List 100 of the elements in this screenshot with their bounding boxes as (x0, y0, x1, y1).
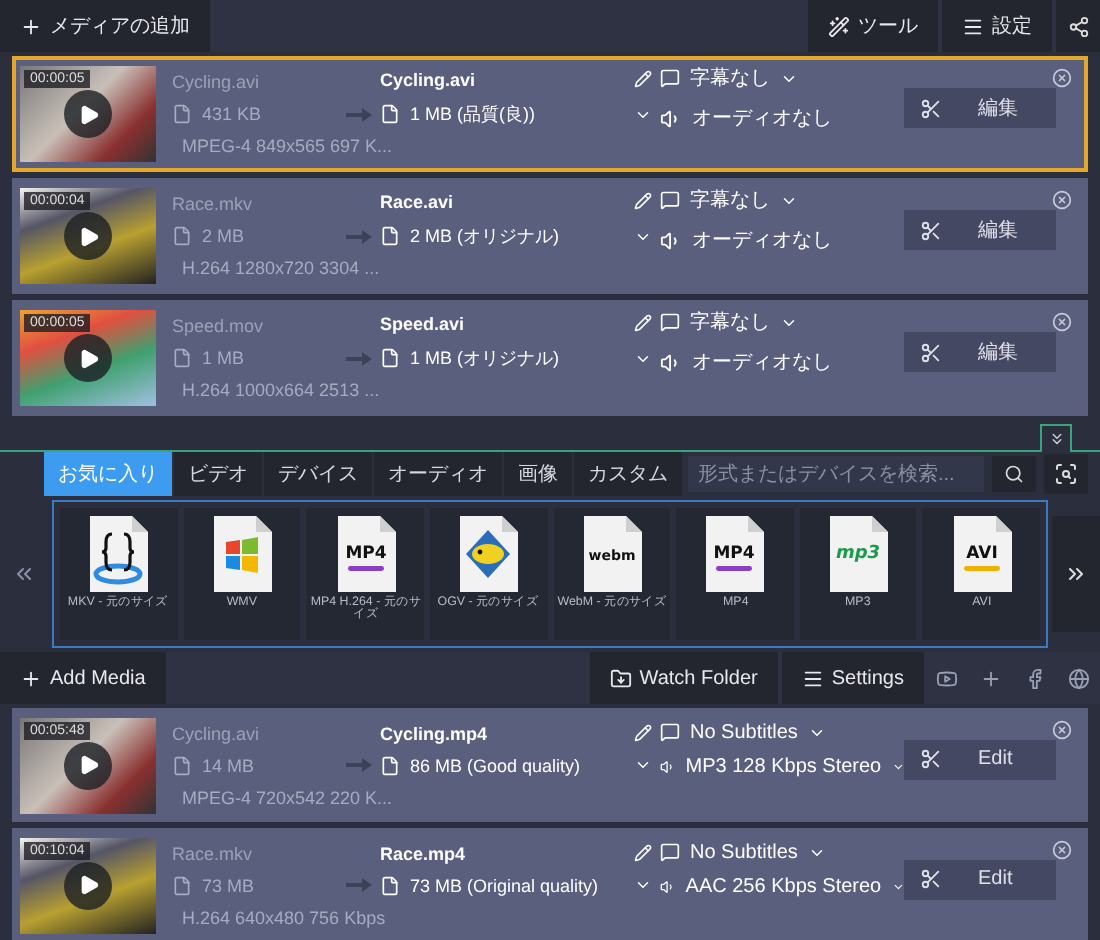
source-file-name: Cycling.avi (172, 723, 260, 743)
speaker-icon (660, 875, 676, 897)
document-icon (830, 516, 889, 592)
plus-icon (20, 667, 42, 689)
close-icon[interactable] (1052, 312, 1072, 332)
file-icon (380, 104, 400, 124)
settings-button[interactable]: Settings (781, 652, 924, 704)
pencil-icon[interactable] (634, 192, 652, 210)
video-icon[interactable] (935, 667, 957, 689)
speech-bubble-icon (660, 722, 680, 742)
speaker-icon (660, 755, 676, 777)
share-button[interactable] (1056, 0, 1100, 52)
format-tab[interactable]: カスタム (574, 452, 682, 496)
subtitles-dropdown[interactable]: 字幕なし (690, 308, 770, 336)
speaker-icon (660, 107, 682, 129)
format-logo-text: MP4 (344, 544, 386, 564)
file-icon (172, 875, 192, 895)
source-file-name: Race.mkv (172, 843, 253, 863)
pencil-icon[interactable] (634, 724, 652, 742)
source-info: H.264 640x480 756 Kbps (182, 907, 386, 927)
output-size[interactable]: 1 MB (オリジナル) (410, 345, 560, 371)
file-icon (172, 755, 192, 775)
close-icon[interactable] (1052, 68, 1072, 88)
audio-track[interactable]: AAC 256 Kbps Stereo (685, 875, 882, 897)
speech-bubble-icon (660, 68, 680, 88)
play-icon (77, 874, 99, 896)
edit-button[interactable]: 編集 (904, 88, 1056, 128)
document-icon (583, 516, 642, 592)
audio-track: オーディオなし (692, 228, 832, 254)
source-size: 14 MB (202, 755, 255, 775)
source-info: H.264 1280x720 3304 ... (182, 258, 380, 278)
play-button[interactable] (64, 212, 112, 260)
speech-bubble-icon (660, 842, 680, 862)
pencil-icon[interactable] (634, 844, 652, 862)
play-button[interactable] (64, 334, 112, 382)
fish-drawing (466, 530, 511, 578)
format-tab[interactable]: 画像 (504, 452, 572, 496)
add-media-button[interactable]: メディアの追加 (0, 0, 210, 52)
close-icon[interactable] (1052, 720, 1072, 740)
arrow-icon (345, 107, 371, 121)
tools-button[interactable]: ツール (808, 0, 938, 52)
scissors-icon (920, 97, 942, 119)
format-logo-text: AVI (965, 544, 998, 564)
subtitles-dropdown[interactable]: No Subtitles (690, 721, 798, 743)
subtitles-dropdown[interactable]: 字幕なし (690, 186, 770, 214)
output-file-name: Cycling.mp4 (380, 723, 488, 743)
search-button[interactable] (992, 456, 1036, 492)
source-info: MPEG-4 720x542 220 K... (182, 787, 393, 807)
pencil-icon[interactable] (634, 70, 652, 88)
file-icon (172, 348, 192, 368)
output-file-name: Cycling.avi (380, 69, 476, 89)
source-size: 1 MB (202, 348, 245, 368)
play-button[interactable] (64, 741, 112, 789)
watch-folder-button[interactable]: Watch Folder (589, 652, 778, 704)
edit-button[interactable]: 編集 (904, 332, 1056, 372)
edit-button[interactable]: Edit (904, 859, 1056, 899)
format-tab[interactable]: オーディオ (374, 452, 502, 496)
source-info: H.264 1000x664 2513 ... (182, 380, 380, 400)
play-button[interactable] (64, 861, 112, 909)
collapse-button[interactable] (1040, 424, 1072, 452)
output-size[interactable]: 73 MB (Original quality) (410, 875, 599, 895)
output-size[interactable]: 86 MB (Good quality) (410, 755, 581, 775)
caret-icon[interactable] (634, 876, 652, 894)
edit-button[interactable]: 編集 (904, 210, 1056, 250)
add-media-button[interactable]: Add Media (0, 652, 166, 704)
globe-icon[interactable] (1067, 667, 1089, 689)
arrow-icon (345, 351, 371, 365)
settings-button[interactable]: 設定 (942, 0, 1052, 52)
wand-icon (828, 15, 850, 37)
source-file-name: Race.mkv (172, 194, 253, 214)
braces-drawing (94, 532, 144, 585)
edit-button[interactable]: Edit (904, 739, 1056, 779)
source-size: 73 MB (202, 875, 255, 895)
output-size[interactable]: 1 MB (品質(良)) (410, 101, 535, 127)
document-icon (706, 516, 765, 592)
audio-track: オーディオなし (692, 350, 832, 376)
arrow-icon (345, 878, 371, 892)
play-icon (77, 225, 99, 247)
plus-icon[interactable] (979, 667, 1001, 689)
search-icon (1004, 464, 1024, 484)
play-button[interactable] (64, 90, 112, 138)
speaker-icon (660, 351, 682, 373)
play-icon (77, 103, 99, 125)
close-icon[interactable] (1052, 190, 1072, 210)
file-icon (380, 755, 400, 775)
caret-icon[interactable] (634, 756, 652, 774)
device-detect-button[interactable] (1044, 454, 1088, 494)
output-file-name: Race.avi (380, 191, 454, 211)
menu-icon (801, 667, 824, 689)
format-tab[interactable]: ビデオ (174, 452, 262, 496)
subtitles-dropdown[interactable]: No Subtitles (690, 841, 798, 863)
pencil-icon[interactable] (634, 314, 652, 332)
scissors-icon (920, 219, 942, 241)
subtitles-dropdown[interactable]: 字幕なし (690, 64, 770, 92)
stripe-icon (347, 566, 384, 571)
search-field[interactable]: 形式またはデバイスを検索... (688, 456, 984, 492)
output-size[interactable]: 2 MB (オリジナル) (410, 223, 560, 249)
audio-track[interactable]: MP3 128 Kbps Stereo (685, 755, 882, 777)
format-tab[interactable]: デバイス (264, 452, 372, 496)
close-icon[interactable] (1052, 840, 1072, 860)
